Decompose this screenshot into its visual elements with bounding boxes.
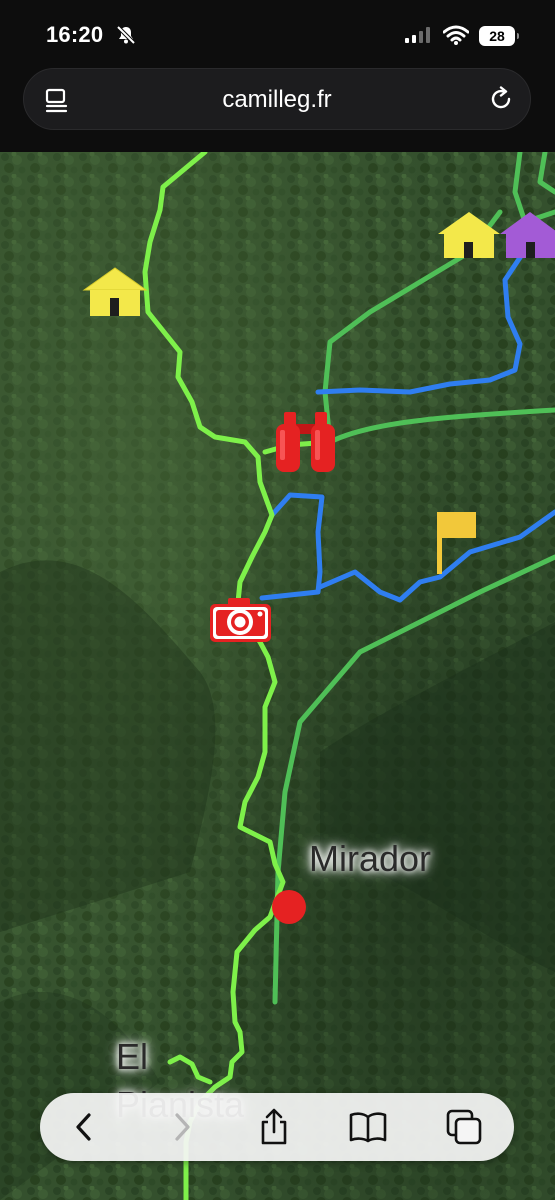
status-time: 16:20 <box>46 22 104 47</box>
label-el: El <box>116 1036 149 1077</box>
browser-toolbar <box>40 1093 514 1161</box>
url-text[interactable]: camilleg.fr <box>24 86 530 114</box>
address-bar[interactable]: camilleg.fr <box>23 68 531 130</box>
back-button[interactable] <box>64 1107 104 1147</box>
share-button[interactable] <box>254 1107 294 1147</box>
wifi-icon <box>443 25 469 45</box>
camera-icon[interactable] <box>210 598 271 642</box>
reload-icon[interactable] <box>488 86 514 112</box>
bell-slash-icon <box>116 25 136 45</box>
tabs-button[interactable] <box>444 1107 484 1147</box>
cellular-signal-icon <box>405 27 433 43</box>
mirador-point[interactable] <box>272 890 306 924</box>
bookmarks-button[interactable] <box>348 1107 388 1147</box>
battery-icon: 28 <box>479 26 519 46</box>
battery-level: 28 <box>489 28 505 44</box>
forward-button[interactable] <box>162 1107 202 1147</box>
label-mirador: Mirador <box>309 838 432 879</box>
map-canvas[interactable] <box>0 152 555 1200</box>
address-bar-area: camilleg.fr <box>0 62 555 152</box>
map-view[interactable]: Mirador El Pianista <box>0 152 555 1200</box>
status-bar: 16:20 28 <box>0 0 555 62</box>
